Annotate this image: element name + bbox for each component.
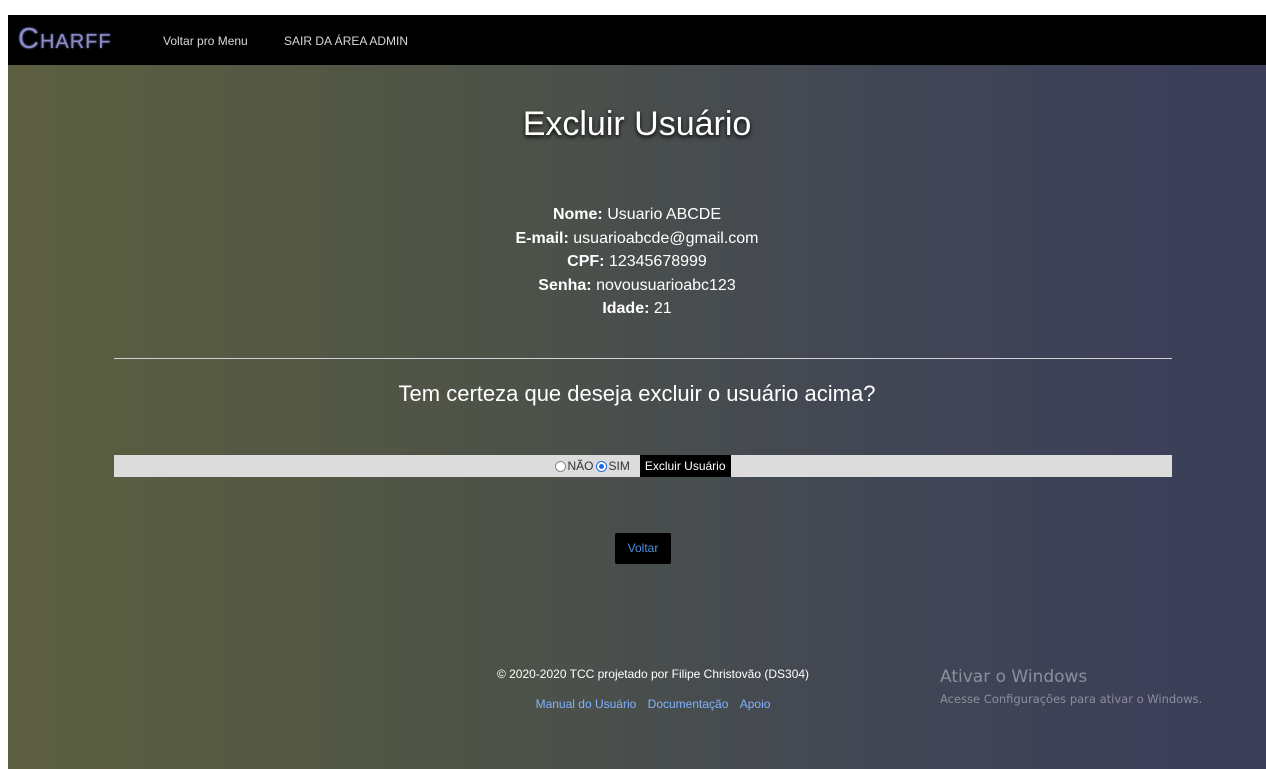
radio-group: NÃO SIM Excluir Usuário (114, 455, 1172, 477)
info-row-cpf: CPF: 12345678999 (8, 250, 1266, 274)
page-title: Excluir Usuário (522, 105, 752, 143)
windows-activation-subtitle: Acesse Configurações para ativar o Windo… (940, 692, 1203, 706)
delete-form: NÃO SIM Excluir Usuário (114, 455, 1172, 477)
footer-link-manual[interactable]: Manual do Usuário (536, 697, 637, 711)
info-value: Usuario ABCDE (607, 206, 722, 223)
nav-link-voltar-menu[interactable]: Voltar pro Menu (163, 34, 248, 48)
confirm-question: Tem certeza que deseja excluir o usuário… (398, 381, 876, 406)
info-row-idade: Idade: 21 (8, 297, 1266, 321)
info-row-senha: Senha: novousuarioabc123 (8, 274, 1266, 298)
footer-link-documentacao[interactable]: Documentação (648, 697, 729, 711)
info-label: Nome: (552, 206, 603, 223)
info-row-nome: Nome: Usuario ABCDE (8, 203, 1266, 227)
brand-logo[interactable]: Charff (18, 23, 112, 56)
info-row-email: E-mail: usuarioabcde@gmail.com (8, 227, 1266, 251)
radio-nao[interactable] (555, 460, 567, 472)
info-value: usuarioabcde@gmail.com (573, 229, 759, 247)
navbar: Charff Voltar pro Menu SAIR DA ÁREA ADMI… (8, 15, 1266, 65)
info-label: Senha: (538, 276, 592, 294)
info-value: 21 (653, 300, 672, 317)
divider (114, 358, 1172, 359)
nav-link-sair-admin[interactable]: SAIR DA ÁREA ADMIN (284, 34, 408, 48)
user-info: Nome: Usuario ABCDE E-mail: usuarioabcde… (8, 203, 1266, 321)
windows-activation-title: Ativar o Windows (940, 667, 1088, 687)
info-value: 12345678999 (608, 253, 707, 270)
footer-link-apoio[interactable]: Apoio (740, 697, 771, 711)
radio-sim-label: SIM (608, 459, 630, 473)
info-value: novousuarioabc123 (596, 276, 736, 294)
radio-nao-label: NÃO (567, 459, 594, 473)
radio-sim[interactable] (596, 460, 608, 472)
info-label: CPF: (567, 253, 605, 270)
info-label: E-mail: (515, 229, 569, 247)
page-frame: Charff Voltar pro Menu SAIR DA ÁREA ADMI… (8, 15, 1266, 769)
voltar-button[interactable]: Voltar (615, 533, 671, 564)
info-label: Idade: (602, 300, 650, 317)
excluir-usuario-button[interactable]: Excluir Usuário (639, 455, 731, 477)
